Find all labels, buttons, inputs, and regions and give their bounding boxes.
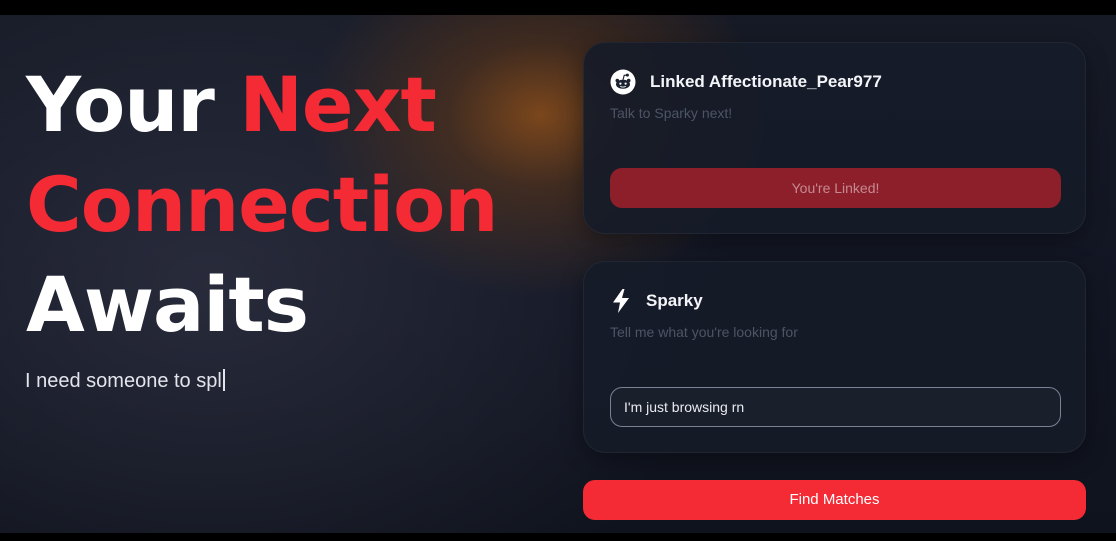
headline-word-your: Your <box>26 60 215 149</box>
headline-word-next: Next <box>239 60 437 149</box>
reddit-icon <box>610 69 636 95</box>
app-page: Your Next Connection Awaits I need someo… <box>0 15 1116 533</box>
linked-card-header: Linked Affectionate_Pear977 <box>610 69 882 95</box>
typed-text: I need someone to spl <box>25 370 222 392</box>
headline-line-1: Your Next <box>26 55 498 155</box>
find-matches-button[interactable]: Find Matches <box>583 480 1086 520</box>
bottom-frame-bar <box>0 533 1116 541</box>
linked-card-subtitle: Talk to Sparky next! <box>610 105 733 121</box>
linked-card: Linked Affectionate_Pear977 Talk to Spar… <box>583 42 1086 234</box>
headline-word-awaits: Awaits <box>26 260 309 349</box>
sparky-card-header: Sparky <box>610 288 703 314</box>
headline-word-connection: Connection <box>26 160 498 249</box>
sparky-card-subtitle: Tell me what you're looking for <box>610 324 798 340</box>
sparky-card: Sparky Tell me what you're looking for <box>583 261 1086 453</box>
text-caret <box>222 369 225 391</box>
looking-for-input[interactable] <box>610 387 1061 427</box>
hero-headline: Your Next Connection Awaits <box>26 55 498 355</box>
linked-card-title: Linked Affectionate_Pear977 <box>650 72 882 91</box>
bolt-icon <box>610 288 632 314</box>
youre-linked-button[interactable]: You're Linked! <box>610 168 1061 208</box>
sparky-card-title: Sparky <box>646 291 703 310</box>
typing-prompt: I need someone to spl <box>25 369 225 393</box>
